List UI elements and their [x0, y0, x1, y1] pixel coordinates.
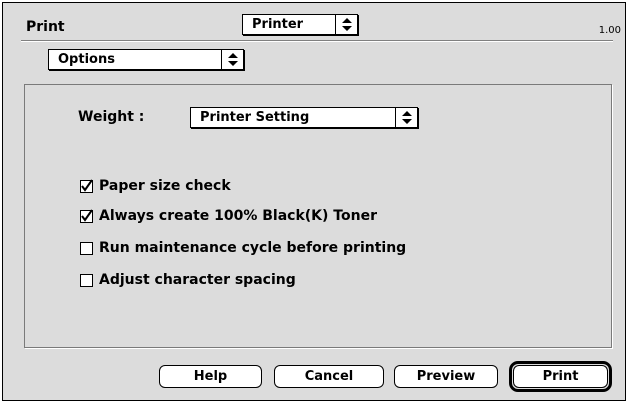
- checkmark-icon: [81, 178, 93, 192]
- checkbox-unchecked[interactable]: [80, 273, 93, 287]
- printer-popup[interactable]: Printer: [242, 14, 358, 35]
- up-down-arrows-icon: [335, 15, 357, 34]
- checkmark-icon: [81, 208, 93, 222]
- checkbox-checked[interactable]: [80, 208, 93, 223]
- weight-popup[interactable]: Printer Setting: [190, 107, 418, 128]
- weight-popup-value: Printer Setting: [200, 110, 310, 125]
- always-create-black-toner-checkbox[interactable]: Always create 100% Black(K) Toner: [80, 208, 377, 224]
- panel-popup-value: Options: [58, 52, 115, 67]
- dialog-title: Print: [26, 19, 65, 35]
- up-down-arrows-icon: [395, 108, 417, 127]
- up-down-arrows-icon: [221, 50, 243, 69]
- checkbox-label: Run maintenance cycle before printing: [99, 240, 407, 256]
- help-button[interactable]: Help: [159, 365, 262, 388]
- paper-size-check-checkbox[interactable]: Paper size check: [80, 178, 231, 194]
- panel-popup[interactable]: Options: [48, 49, 244, 70]
- run-maintenance-cycle-checkbox[interactable]: Run maintenance cycle before printing: [80, 240, 406, 256]
- preview-button[interactable]: Preview: [394, 365, 498, 388]
- checkbox-label: Always create 100% Black(K) Toner: [99, 208, 377, 224]
- checkbox-label: Adjust character spacing: [99, 272, 296, 288]
- version-label: 1.00: [598, 25, 621, 36]
- checkbox-checked[interactable]: [80, 178, 93, 193]
- cancel-button[interactable]: Cancel: [274, 365, 384, 388]
- print-button[interactable]: Print: [513, 365, 608, 388]
- adjust-character-spacing-checkbox[interactable]: Adjust character spacing: [80, 272, 296, 288]
- printer-popup-value: Printer: [252, 17, 304, 32]
- weight-label: Weight :: [78, 109, 145, 125]
- checkbox-label: Paper size check: [99, 178, 231, 194]
- title-divider: [21, 40, 613, 42]
- checkbox-unchecked[interactable]: [80, 241, 93, 255]
